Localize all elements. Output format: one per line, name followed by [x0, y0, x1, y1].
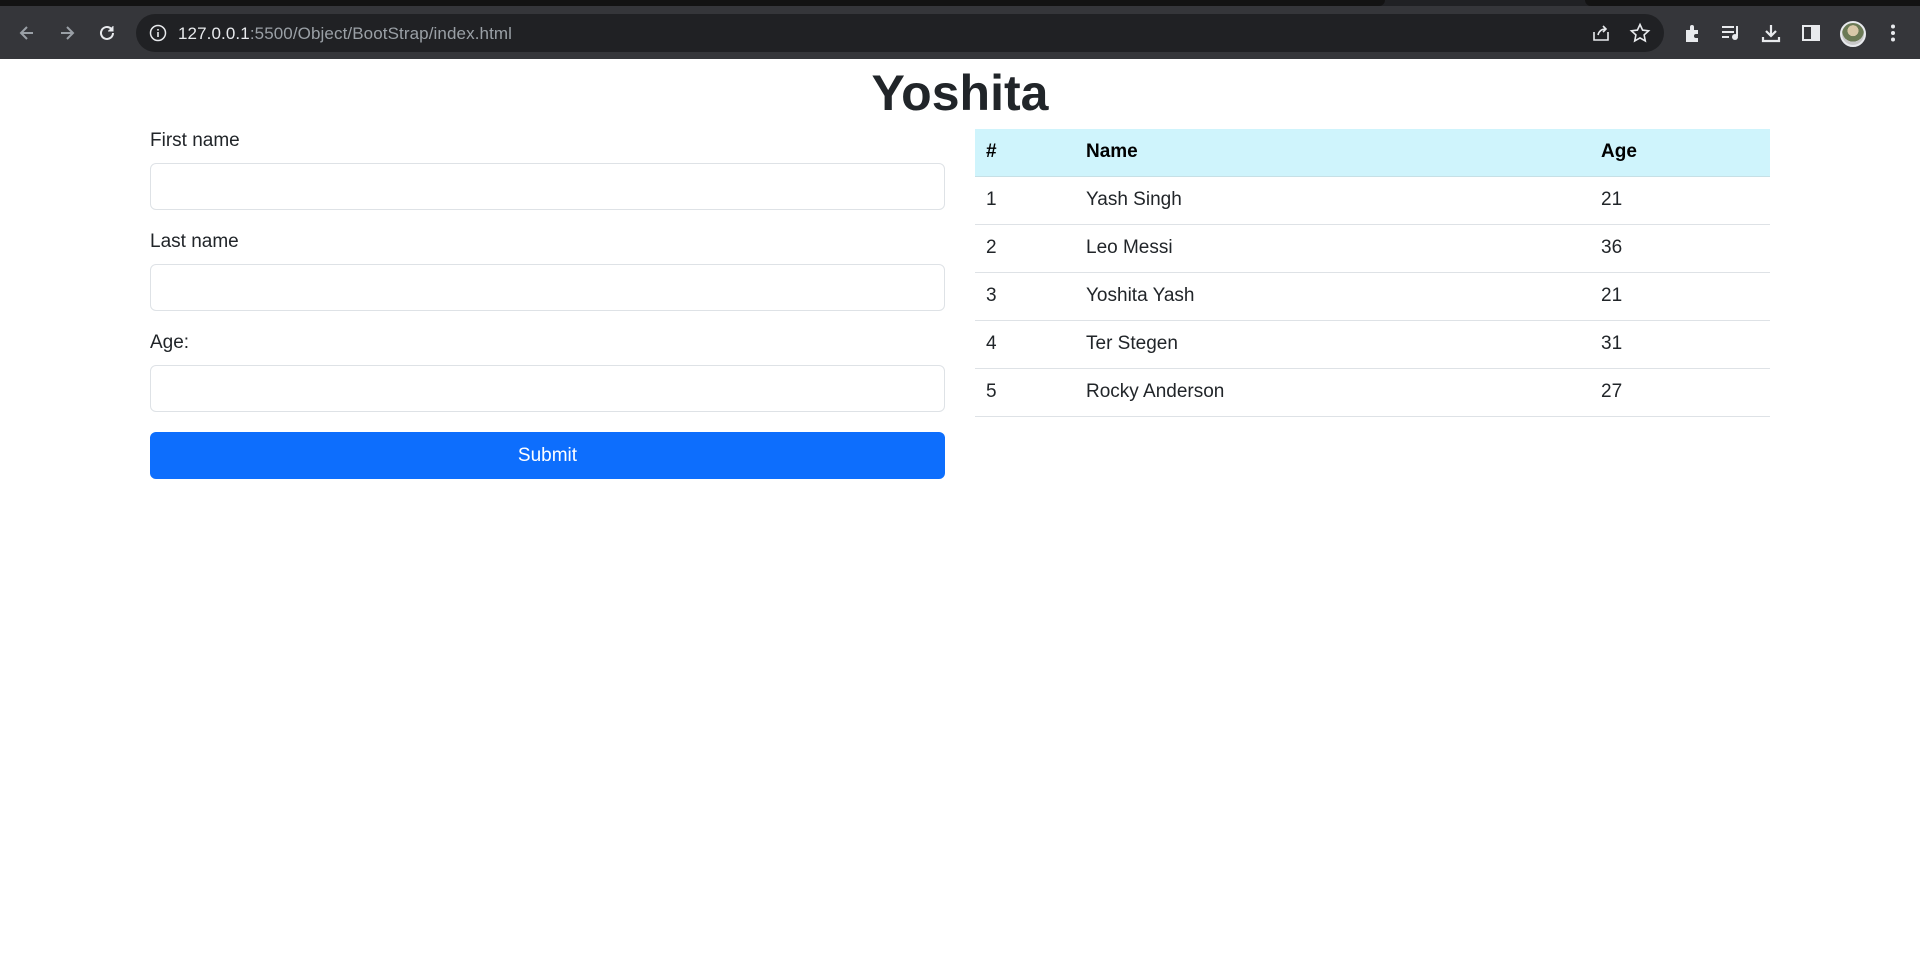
- cell-age: 21: [1590, 176, 1770, 225]
- person-form: First name Last name Age: Submit: [150, 129, 945, 479]
- first-name-input[interactable]: [150, 163, 945, 210]
- star-icon[interactable]: [1629, 22, 1651, 44]
- media-icon[interactable]: [1718, 20, 1744, 46]
- address-bar[interactable]: 127.0.0.1:5500/Object/BootStrap/index.ht…: [136, 14, 1664, 52]
- reload-icon: [100, 25, 114, 40]
- extensions-icon[interactable]: [1680, 20, 1706, 46]
- header-number: #: [975, 129, 1075, 177]
- first-name-label: First name: [150, 130, 240, 151]
- last-name-label: Last name: [150, 231, 239, 252]
- table-row: 2 Leo Messi 36: [975, 224, 1770, 273]
- table-row: 3 Yoshita Yash 21: [975, 272, 1770, 321]
- last-name-input[interactable]: [150, 264, 945, 311]
- back-button[interactable]: [10, 16, 44, 50]
- people-table: # Name Age 1 Yash Singh 21 2 Leo Messi 3…: [975, 129, 1770, 417]
- table-header: # Name Age: [975, 129, 1770, 177]
- forward-arrow-icon: [61, 26, 75, 40]
- cell-name: Ter Stegen: [1075, 320, 1590, 369]
- info-icon[interactable]: [149, 24, 167, 42]
- url-host: 127.0.0.1: [178, 24, 250, 43]
- header-age: Age: [1590, 129, 1770, 177]
- cell-name: Leo Messi: [1075, 224, 1590, 273]
- cell-name: Yash Singh: [1075, 176, 1590, 225]
- browser-chrome: 127.0.0.1:5500/Object/BootStrap/index.ht…: [0, 0, 1920, 59]
- submit-button[interactable]: Submit: [150, 432, 945, 479]
- table-row: 1 Yash Singh 21: [975, 176, 1770, 225]
- people-table-wrap: # Name Age 1 Yash Singh 21 2 Leo Messi 3…: [975, 129, 1770, 417]
- browser-toolbar: 127.0.0.1:5500/Object/BootStrap/index.ht…: [0, 6, 1920, 59]
- forward-button[interactable]: [50, 16, 84, 50]
- url-path: :5500/Object/BootStrap/index.html: [249, 24, 513, 43]
- cell-name: Rocky Anderson: [1075, 368, 1590, 417]
- table-row: 5 Rocky Anderson 27: [975, 368, 1770, 417]
- menu-icon[interactable]: [1880, 20, 1906, 46]
- header-name: Name: [1075, 129, 1590, 177]
- cell-number: 2: [975, 224, 1075, 273]
- table-body: 1 Yash Singh 21 2 Leo Messi 36 3 Yoshita…: [975, 176, 1770, 417]
- age-label: Age:: [150, 332, 190, 353]
- cell-name: Yoshita Yash: [1075, 272, 1590, 321]
- back-arrow-icon: [19, 26, 33, 40]
- cell-number: 1: [975, 176, 1075, 225]
- cell-number: 4: [975, 320, 1075, 369]
- share-icon[interactable]: [1591, 23, 1611, 43]
- cell-age: 21: [1590, 272, 1770, 321]
- cell-age: 36: [1590, 224, 1770, 273]
- cell-number: 5: [975, 368, 1075, 417]
- profile-avatar[interactable]: [1840, 21, 1866, 47]
- page-title: Yoshita: [871, 65, 1049, 121]
- age-input[interactable]: [150, 365, 945, 412]
- cell-age: 27: [1590, 368, 1770, 417]
- download-icon[interactable]: [1758, 20, 1784, 46]
- table-row: 4 Ter Stegen 31: [975, 320, 1770, 369]
- cell-age: 31: [1590, 320, 1770, 369]
- sidebar-icon[interactable]: [1798, 20, 1824, 46]
- table-header-row: # Name Age: [975, 129, 1770, 177]
- url-text: 127.0.0.1:5500/Object/BootStrap/index.ht…: [178, 24, 512, 44]
- page-content: Yoshita First name Last name Age: Submit…: [0, 59, 1920, 977]
- reload-button[interactable]: [90, 16, 124, 50]
- cell-number: 3: [975, 272, 1075, 321]
